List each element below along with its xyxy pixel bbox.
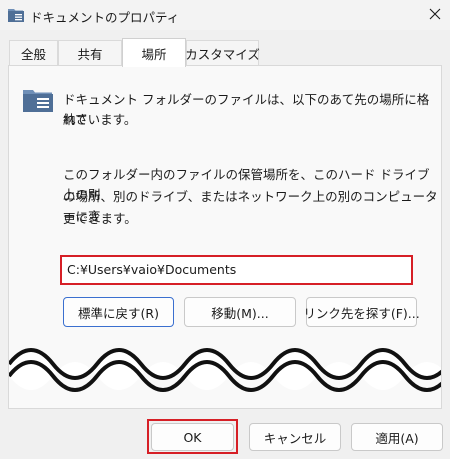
ok-button[interactable]: OK <box>151 423 234 451</box>
tab-location[interactable]: 場所 <box>122 38 186 67</box>
folder-path-field[interactable]: C:¥Users¥vaio¥Documents <box>60 255 413 285</box>
wavy-cut-decoration <box>9 348 441 392</box>
description-line-3: 更できます。 <box>63 211 137 226</box>
window-title: ドキュメントのプロパティ <box>30 10 180 25</box>
documents-folder-icon <box>23 90 53 112</box>
cancel-button[interactable]: キャンセル <box>249 423 341 451</box>
intro-text-line-2: れています。 <box>63 112 137 127</box>
apply-button[interactable]: 適用(A) <box>351 423 443 451</box>
close-icon <box>429 8 441 20</box>
close-button[interactable] <box>420 0 450 28</box>
find-target-button[interactable]: リンク先を探す(F)... <box>303 297 420 327</box>
restore-default-button[interactable]: 標準に戻す(R) <box>63 297 174 327</box>
tab-general[interactable]: 全般 <box>9 40 58 65</box>
documents-folder-icon <box>8 9 24 22</box>
location-panel: ドキュメント フォルダーのファイルは、以下のあて先の場所に格納さ れています。 … <box>8 65 442 409</box>
title-bar: ドキュメントのプロパティ <box>0 0 450 30</box>
tab-customize[interactable]: カスタマイズ <box>185 40 260 65</box>
tab-sharing[interactable]: 共有 <box>58 40 122 65</box>
move-button[interactable]: 移動(M)... <box>184 297 296 327</box>
